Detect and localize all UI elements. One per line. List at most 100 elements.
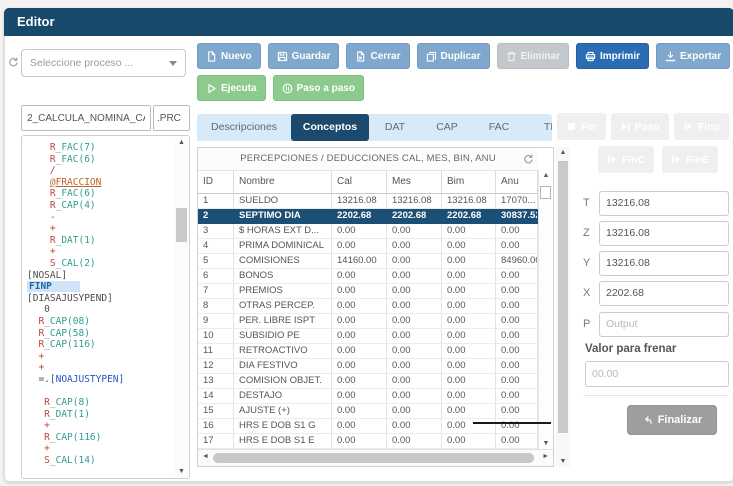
table-cell: 13216.08 xyxy=(387,194,442,209)
refresh-process-list-icon[interactable] xyxy=(8,55,19,73)
table-row[interactable]: 3$ HORAS EXT D...0.000.000.000.00 xyxy=(198,224,538,239)
code-line[interactable]: @FRACCION xyxy=(27,177,174,189)
code-scrollbar[interactable]: ▲ ▼ xyxy=(175,137,188,477)
eliminar-button[interactable]: Eliminar xyxy=(497,43,569,69)
code-line[interactable]: R_CAP(58) xyxy=(27,328,174,340)
paso-a-paso-button[interactable]: Paso a paso xyxy=(273,75,364,101)
finc-button[interactable]: FinC xyxy=(598,146,654,173)
tab-tem[interactable]: TEM xyxy=(525,114,552,141)
table-row[interactable]: 1SUELDO13216.0813216.0813216.0817070... xyxy=(198,194,538,209)
duplicar-button[interactable]: Duplicar xyxy=(417,43,490,69)
exportar-button[interactable]: Exportar xyxy=(656,43,730,69)
code-line[interactable]: + xyxy=(27,223,174,235)
scroll-up-icon[interactable]: ▲ xyxy=(556,149,570,156)
code-line[interactable]: R_CAP(4) xyxy=(27,200,174,212)
scroll-down-icon[interactable]: ▼ xyxy=(539,440,553,447)
code-line[interactable]: + xyxy=(27,420,174,432)
paso-button[interactable]: Paso xyxy=(611,113,669,140)
table-row[interactable]: 17HRS E DOB S1 E0.000.000.000.00 xyxy=(198,434,538,449)
table-row[interactable]: 11RETROACTIVO0.000.000.000.00 xyxy=(198,344,538,359)
finalizar-button[interactable]: Finalizar xyxy=(627,405,717,435)
scroll-down-icon[interactable]: ▼ xyxy=(175,468,188,475)
nuevo-button[interactable]: Nuevo xyxy=(197,43,261,69)
code-line[interactable]: - xyxy=(27,212,174,224)
grid-vertical-scrollbar[interactable]: ▲ ▼ xyxy=(538,170,553,449)
valor-para-frenar-input[interactable] xyxy=(585,361,729,387)
code-line[interactable]: R_DAT(1) xyxy=(27,409,174,421)
code-line[interactable]: R_DAT(1) xyxy=(27,235,174,247)
table-row[interactable]: 10SUBSIDIO PE0.000.000.000.00 xyxy=(198,329,538,344)
code-line[interactable]: S_CAL(2) xyxy=(27,258,174,270)
table-row[interactable]: 14DESTAJO0.000.000.000.00 xyxy=(198,389,538,404)
table-cell: 0.00 xyxy=(332,239,387,254)
p-output-field[interactable] xyxy=(599,312,729,337)
table-row[interactable]: 6BONOS0.000.000.000.00 xyxy=(198,269,538,284)
code-scrollbar-thumb[interactable] xyxy=(176,208,187,242)
code-line[interactable]: R_FAC(6) xyxy=(27,188,174,200)
code-line[interactable]: R_FAC(6) xyxy=(27,154,174,166)
code-line[interactable]: / xyxy=(27,165,174,177)
panel-scrollbar-thumb[interactable] xyxy=(558,161,568,433)
tab-dat[interactable]: DAT xyxy=(369,114,421,141)
code-line[interactable]: R_CAP(08) xyxy=(27,316,174,328)
table-cell: RETROACTIVO xyxy=(234,344,332,359)
tab-fac[interactable]: FAC xyxy=(473,114,525,141)
code-line[interactable]: 0 xyxy=(27,304,174,316)
code-line[interactable]: S_CAL(14) xyxy=(27,455,174,467)
scroll-left-icon[interactable]: ◄ xyxy=(202,453,209,460)
tab-descripciones[interactable]: Descripciones xyxy=(197,114,291,141)
annotation-line xyxy=(473,422,551,424)
table-row[interactable]: 13COMISION OBJET.0.000.000.000.00 xyxy=(198,374,538,389)
imprimir-button[interactable]: Imprimir xyxy=(576,43,649,69)
grid-refresh-icon[interactable] xyxy=(523,152,534,170)
table-row[interactable]: 4PRIMA DOMINICAL0.000.000.000.00 xyxy=(198,239,538,254)
code-line[interactable]: + xyxy=(27,362,174,374)
y-field[interactable] xyxy=(599,251,729,276)
process-select[interactable]: Seleccione proceso ... xyxy=(21,49,186,77)
filename-input[interactable] xyxy=(21,105,151,131)
scroll-up-icon[interactable]: ▲ xyxy=(175,139,188,146)
t-field[interactable] xyxy=(599,191,729,216)
code-editor-panel[interactable]: R_FAC(7) R_FAC(6) / @FRACCION R_FAC(6) R… xyxy=(21,135,190,479)
code-line[interactable]: R_CAP(8) xyxy=(27,397,174,409)
code-line[interactable]: =.[NOAJUSTYPEN] xyxy=(27,374,174,386)
scroll-right-icon[interactable]: ► xyxy=(542,453,549,460)
ejecuta-button[interactable]: Ejecuta xyxy=(197,75,266,101)
guardar-button[interactable]: Guardar xyxy=(268,43,340,69)
table-row[interactable]: 12DIA FESTIVO0.000.000.000.00 xyxy=(198,359,538,374)
horizontal-scrollbar-thumb[interactable] xyxy=(213,453,534,463)
x-field[interactable] xyxy=(599,281,729,306)
scroll-down-icon[interactable]: ▼ xyxy=(556,458,570,465)
table-row[interactable]: 5COMISIONES14160.000.000.0084960.00 xyxy=(198,254,538,269)
code-line[interactable] xyxy=(27,385,174,397)
z-field[interactable] xyxy=(599,221,729,246)
table-row[interactable]: 8OTRAS PERCEP.0.000.000.000.00 xyxy=(198,299,538,314)
code-line[interactable]: R_CAP(116) xyxy=(27,432,174,444)
grid-scrollbar-thumb[interactable] xyxy=(540,186,551,199)
table-cell: 0.00 xyxy=(332,329,387,344)
table-cell: 0.00 xyxy=(496,329,538,344)
table-row[interactable]: 7PREMIOS0.000.000.000.00 xyxy=(198,284,538,299)
finp-button[interactable]: Finp xyxy=(674,113,729,140)
fine-button[interactable]: FinE xyxy=(662,146,718,173)
fin-button[interactable]: Fin xyxy=(557,113,606,140)
code-line[interactable]: + xyxy=(27,443,174,455)
cerrar-button[interactable]: Cerrar xyxy=(346,43,409,69)
code-line[interactable]: R_CAP(116) xyxy=(27,339,174,351)
code-line[interactable]: FINP xyxy=(27,281,174,293)
code-line[interactable]: + xyxy=(27,351,174,363)
tab-cap[interactable]: CAP xyxy=(421,114,473,141)
tab-conceptos[interactable]: Conceptos xyxy=(291,114,369,141)
scroll-up-icon[interactable]: ▲ xyxy=(539,172,553,179)
table-row[interactable]: 2SEPTIMO DIA2202.682202.682202.6830837.5… xyxy=(198,209,538,224)
code-lines[interactable]: R_FAC(7) R_FAC(6) / @FRACCION R_FAC(6) R… xyxy=(27,142,174,476)
code-line[interactable]: [DIASAJUSYPEND] xyxy=(27,293,174,305)
code-line[interactable]: [NOSAL] xyxy=(27,270,174,282)
table-cell: 14160.00 xyxy=(332,254,387,269)
panel-vertical-scrollbar[interactable]: ▲ ▼ xyxy=(556,147,570,467)
code-line[interactable]: R_FAC(7) xyxy=(27,142,174,154)
code-line[interactable]: + xyxy=(27,246,174,258)
grid-horizontal-scrollbar[interactable]: ◄ ► xyxy=(198,449,553,466)
table-row[interactable]: 9PER. LIBRE ISPT0.000.000.000.00 xyxy=(198,314,538,329)
table-row[interactable]: 15AJUSTE (+)0.000.000.000.00 xyxy=(198,404,538,419)
